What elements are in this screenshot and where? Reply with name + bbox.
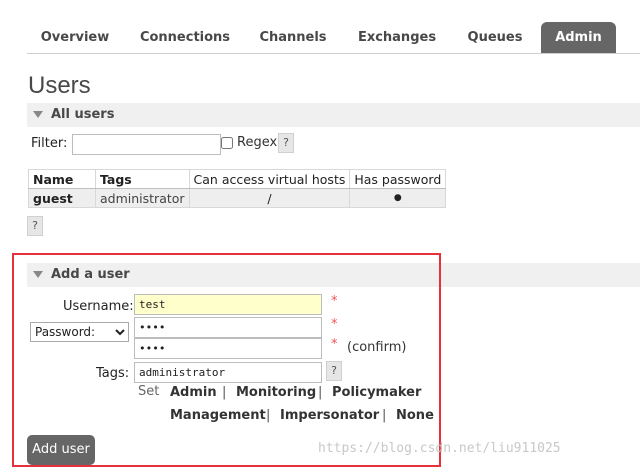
user-name-link[interactable]: guest [28,188,96,208]
regex-checkbox[interactable] [221,137,233,149]
tab-queues[interactable]: Queues [458,22,532,53]
nav-divider [27,53,640,54]
column-header-tags[interactable]: Tags [95,169,190,189]
tab-exchanges[interactable]: Exchanges [348,22,446,53]
highlight-box [12,253,441,467]
column-header-vhosts[interactable]: Can access virtual hosts [188,169,351,189]
page-title: Users [28,72,91,99]
watermark-text: https://blog.csdn.net/liu911025 [318,441,561,456]
filter-input[interactable] [72,134,221,155]
column-header-name[interactable]: Name [28,169,96,189]
user-has-password-cell: ● [349,188,447,208]
user-tags-cell: administrator [95,188,190,208]
table-help-icon[interactable]: ? [27,216,43,236]
all-users-header[interactable]: All users [27,103,640,127]
regex-label: Regex [237,135,278,150]
table-row[interactable]: guest administrator / ● [28,188,447,208]
user-vhosts-cell: / [188,188,351,208]
users-table: Name Tags Can access virtual hosts Has p… [28,169,447,208]
tab-admin[interactable]: Admin [541,22,616,53]
collapse-triangle-icon [33,110,43,118]
column-header-has-password[interactable]: Has password [349,169,447,189]
tab-connections[interactable]: Connections [130,22,240,53]
all-users-heading: All users [51,107,115,122]
tab-channels[interactable]: Channels [250,22,336,53]
tab-overview[interactable]: Overview [30,22,120,53]
filter-label: Filter: [31,136,68,151]
regex-help-icon[interactable]: ? [278,133,294,153]
